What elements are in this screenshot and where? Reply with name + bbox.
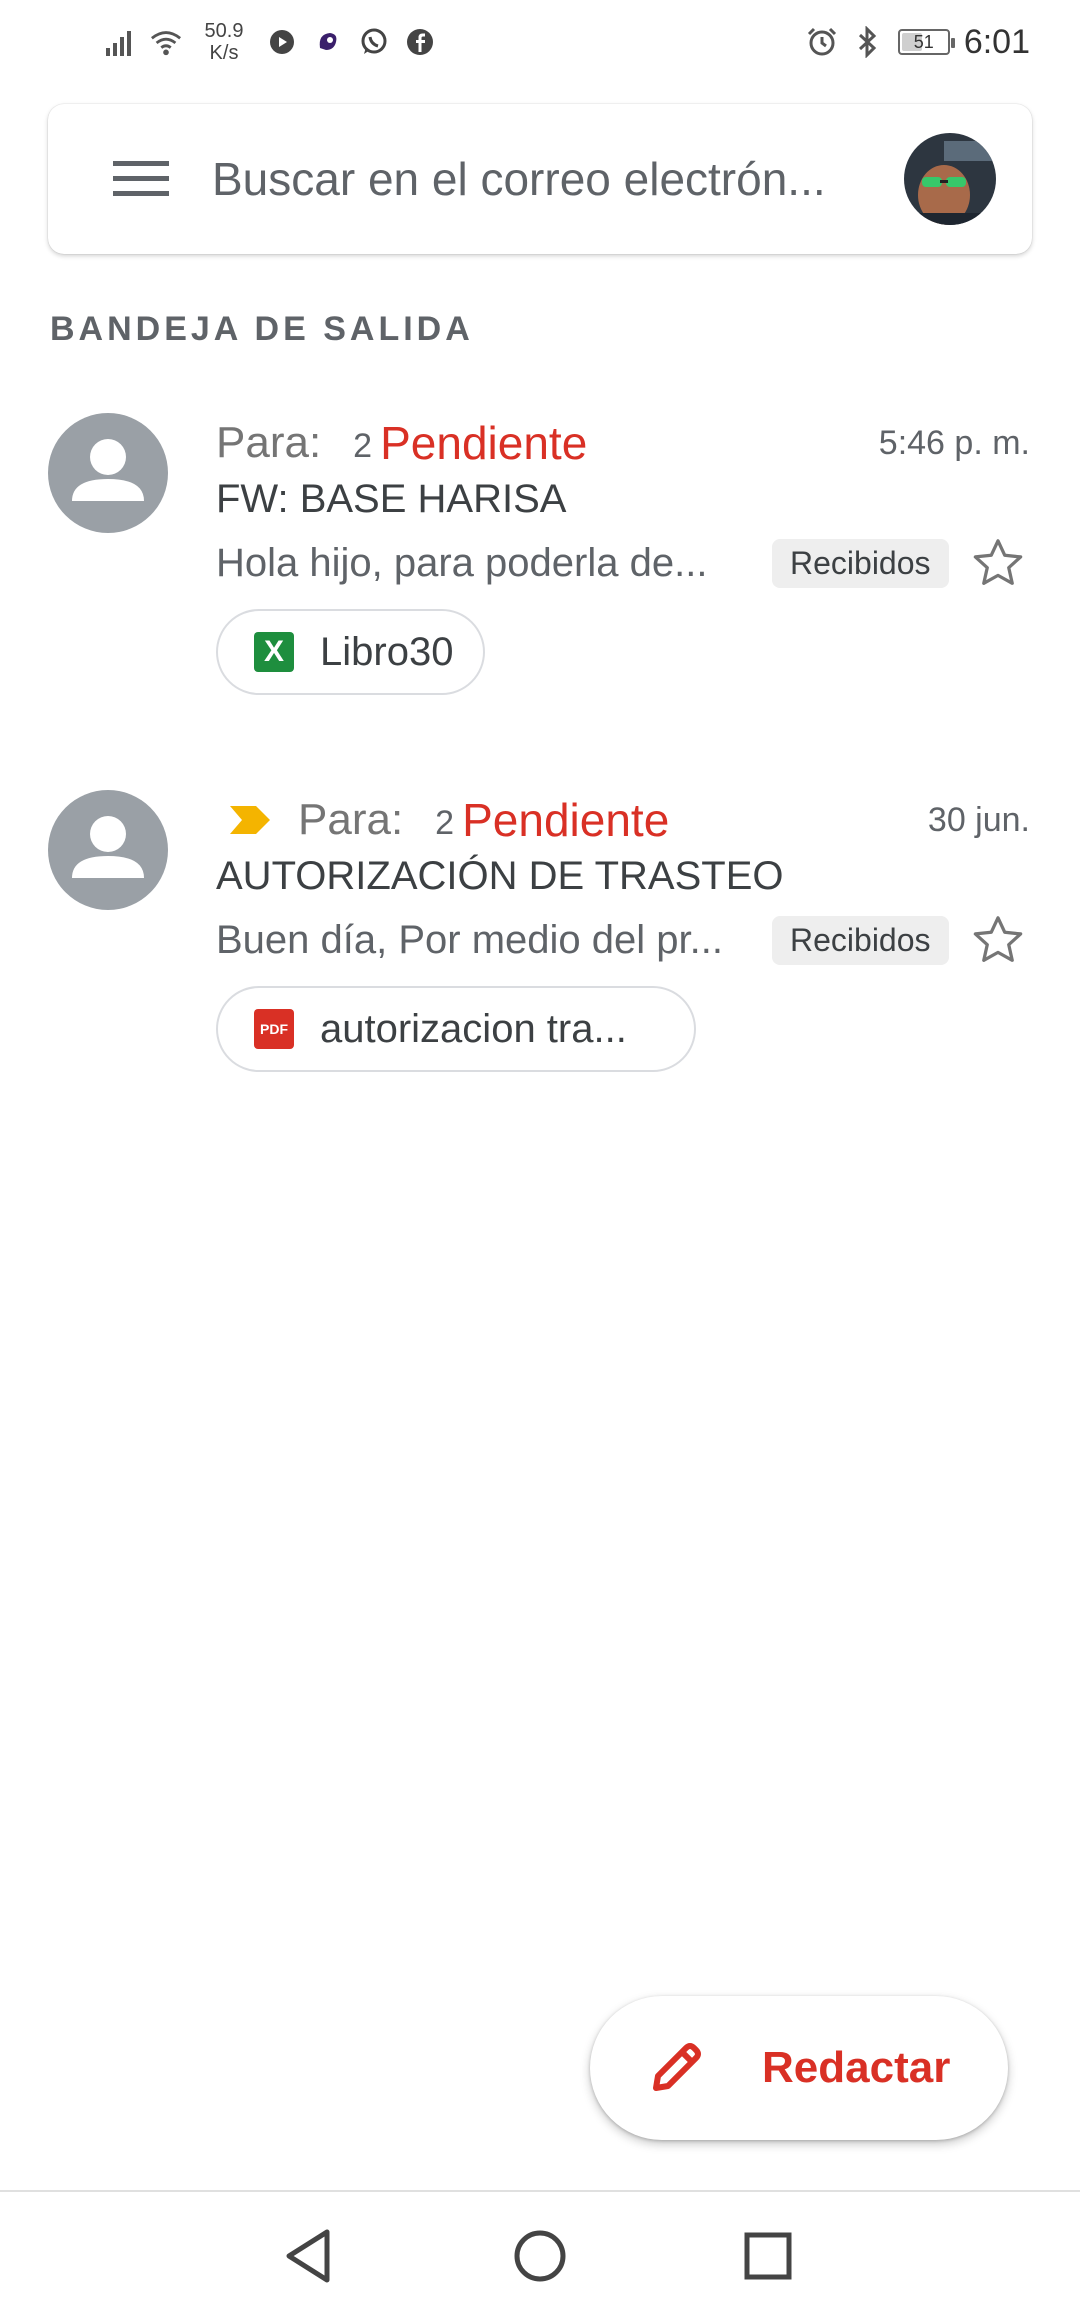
email-row[interactable]: Para: 2 Pendiente 30 jun. AUTORIZACIÓN D… — [0, 772, 1080, 1102]
home-circle-icon — [514, 2230, 566, 2282]
account-avatar-button[interactable] — [904, 133, 996, 225]
star-icon — [973, 916, 1023, 962]
gmail-outbox-screen: 50.9 K/s 51 6:01 Buscar en el correo ele… — [0, 0, 1080, 2312]
navigation-bar — [0, 2190, 1080, 2312]
wifi-icon — [150, 26, 182, 58]
app-icon — [312, 26, 344, 58]
battery-percent: 51 — [913, 31, 934, 52]
pdf-file-icon: PDF — [254, 1009, 294, 1049]
sender-avatar[interactable] — [48, 413, 168, 533]
back-triangle-icon — [286, 2229, 330, 2283]
attachment-name: Libro30 — [320, 629, 454, 674]
media-icon — [266, 26, 298, 58]
email-preview-line: Buen día, Por medio del pr... Recibidos — [216, 908, 1030, 972]
hamburger-menu-icon — [113, 161, 169, 196]
attachment-chip[interactable]: PDF autorizacion tra... — [216, 986, 696, 1072]
email-preview-line: Hola hijo, para poderla de... Recibidos — [216, 531, 1030, 595]
excel-file-icon: X — [254, 632, 294, 672]
recipient-label: Para: — [216, 418, 322, 467]
email-header: Para: 2 Pendiente 30 jun. — [216, 790, 1030, 850]
star-button[interactable] — [966, 531, 1030, 595]
speed-value: 50.9 — [204, 20, 244, 42]
pencil-icon — [653, 2043, 701, 2091]
email-subject: FW: BASE HARISA — [216, 477, 567, 521]
star-button[interactable] — [966, 908, 1030, 972]
facebook-icon — [404, 26, 436, 58]
menu-button[interactable] — [86, 124, 196, 234]
recipient-count: 2 — [353, 426, 373, 465]
compose-button[interactable]: Redactar — [590, 1996, 1008, 2140]
alarm-icon — [806, 26, 838, 58]
email-date: 30 jun. — [927, 800, 1030, 839]
email-subject: AUTORIZACIÓN DE TRASTEO — [216, 854, 784, 898]
label-chip: Recibidos — [772, 915, 949, 965]
email-row[interactable]: Para: 2 Pendiente 5:46 p. m. FW: BASE HA… — [0, 395, 1080, 725]
person-icon — [72, 439, 144, 501]
sender-avatar[interactable] — [48, 790, 168, 910]
home-button[interactable] — [500, 2216, 580, 2296]
status-right: 51 6:01 — [806, 14, 1030, 70]
recipient-label: Para: — [298, 795, 404, 844]
recent-square-icon — [744, 2232, 792, 2280]
bluetooth-icon — [852, 26, 884, 58]
search-input[interactable]: Buscar en el correo electrón... — [212, 129, 904, 229]
status-bar: 50.9 K/s 51 6:01 — [0, 0, 1080, 80]
avatar-photo — [904, 133, 996, 225]
compose-label: Redactar — [762, 2043, 951, 2092]
network-speed: 50.9 K/s — [196, 20, 252, 64]
email-header: Para: 2 Pendiente 5:46 p. m. — [216, 413, 1030, 473]
email-snippet: Buen día, Por medio del pr... — [216, 917, 723, 962]
whatsapp-icon — [358, 26, 390, 58]
battery-icon: 51 — [897, 29, 955, 55]
speed-unit: K/s — [209, 42, 239, 64]
back-button[interactable] — [268, 2216, 348, 2296]
recent-apps-button[interactable] — [728, 2216, 808, 2296]
search-bar: Buscar en el correo electrón... — [48, 104, 1032, 254]
signal-icon — [104, 26, 136, 58]
status-left: 50.9 K/s — [104, 14, 436, 70]
label-chip: Recibidos — [772, 538, 949, 588]
pending-status: Pendiente — [462, 794, 670, 846]
email-date: 5:46 p. m. — [878, 423, 1030, 462]
person-icon — [72, 816, 144, 878]
email-snippet: Hola hijo, para poderla de... — [216, 540, 708, 585]
attachment-name: autorizacion tra... — [320, 1006, 627, 1051]
star-icon — [973, 539, 1023, 585]
section-title: BANDEJA DE SALIDA — [50, 310, 474, 348]
pending-status: Pendiente — [380, 417, 588, 469]
recipient-count: 2 — [435, 803, 455, 842]
attachment-chip[interactable]: X Libro30 — [216, 609, 486, 695]
importance-marker-icon[interactable] — [228, 802, 272, 838]
clock: 6:01 — [963, 22, 1030, 61]
